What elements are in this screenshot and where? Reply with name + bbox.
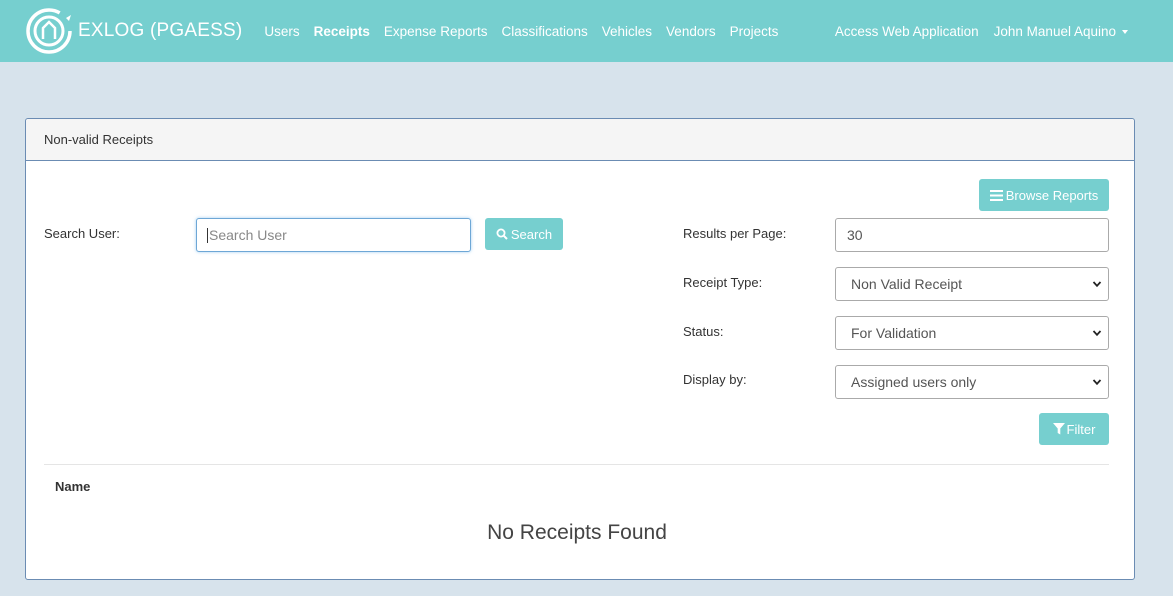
- receipt-type-select[interactable]: Non Valid Receipt: [835, 267, 1109, 301]
- caret-down-icon: [1122, 29, 1128, 34]
- filter-button[interactable]: Filter: [1039, 413, 1109, 445]
- brand[interactable]: EXLOG (PGAESS): [24, 0, 242, 62]
- nav-vendors[interactable]: Vendors: [666, 24, 716, 39]
- divider: [44, 464, 1109, 465]
- nav-classifications[interactable]: Classifications: [501, 24, 587, 39]
- results-per-page-input[interactable]: 30: [835, 218, 1109, 252]
- chevron-down-icon: [1092, 281, 1102, 288]
- table-header-name: Name: [55, 479, 91, 494]
- nav-expense-reports[interactable]: Expense Reports: [384, 24, 488, 39]
- status-select[interactable]: For Validation: [835, 316, 1109, 350]
- browse-reports-button[interactable]: Browse Reports: [979, 179, 1109, 211]
- brand-name: EXLOG (PGAESS): [78, 20, 243, 41]
- display-by-select[interactable]: Assigned users only: [835, 365, 1109, 399]
- receipt-type-value: Non Valid Receipt: [851, 276, 963, 292]
- search-user-input[interactable]: Search User: [196, 218, 471, 252]
- user-name: John Manuel Aquino: [993, 23, 1116, 39]
- status-label: Status:: [683, 324, 724, 339]
- search-button-label: Search: [510, 226, 553, 242]
- filter-button-label: Filter: [1066, 421, 1096, 437]
- access-web-application-link[interactable]: Access Web Application: [835, 24, 979, 39]
- panel-title: Non-valid Receipts: [26, 119, 1134, 161]
- search-icon: [496, 228, 508, 240]
- browse-reports-label: Browse Reports: [1005, 187, 1099, 203]
- text-cursor: [207, 227, 208, 243]
- results-per-page-value: 30: [847, 227, 863, 243]
- display-by-value: Assigned users only: [851, 374, 977, 390]
- nav-projects[interactable]: Projects: [730, 24, 779, 39]
- filter-icon: [1052, 423, 1065, 435]
- nav-receipts[interactable]: Receipts: [314, 24, 370, 39]
- main-nav: Users Receipts Expense Reports Classific…: [264, 0, 792, 62]
- chevron-down-icon: [1092, 330, 1102, 337]
- top-navbar: EXLOG (PGAESS) Users Receipts Expense Re…: [0, 0, 1173, 62]
- search-button[interactable]: Search: [485, 218, 563, 250]
- results-per-page-label: Results per Page:: [683, 226, 787, 241]
- search-user-placeholder: Search User: [209, 227, 287, 243]
- empty-state-message: No Receipts Found: [487, 521, 667, 544]
- search-user-label: Search User:: [44, 226, 120, 241]
- nav-users[interactable]: Users: [264, 24, 299, 39]
- brand-logo-icon: [26, 8, 72, 54]
- receipt-type-label: Receipt Type:: [683, 275, 763, 290]
- user-menu-dropdown[interactable]: John Manuel Aquino: [994, 24, 1128, 39]
- nav-vehicles[interactable]: Vehicles: [602, 24, 652, 39]
- receipts-panel: Non-valid Receipts Browse Reports Search…: [25, 118, 1135, 580]
- list-icon: [989, 189, 1003, 201]
- nav-right: Access Web Application John Manuel Aquin…: [820, 0, 1128, 62]
- status-value: For Validation: [851, 325, 937, 341]
- chevron-down-icon: [1092, 379, 1102, 386]
- display-by-label: Display by:: [683, 372, 747, 387]
